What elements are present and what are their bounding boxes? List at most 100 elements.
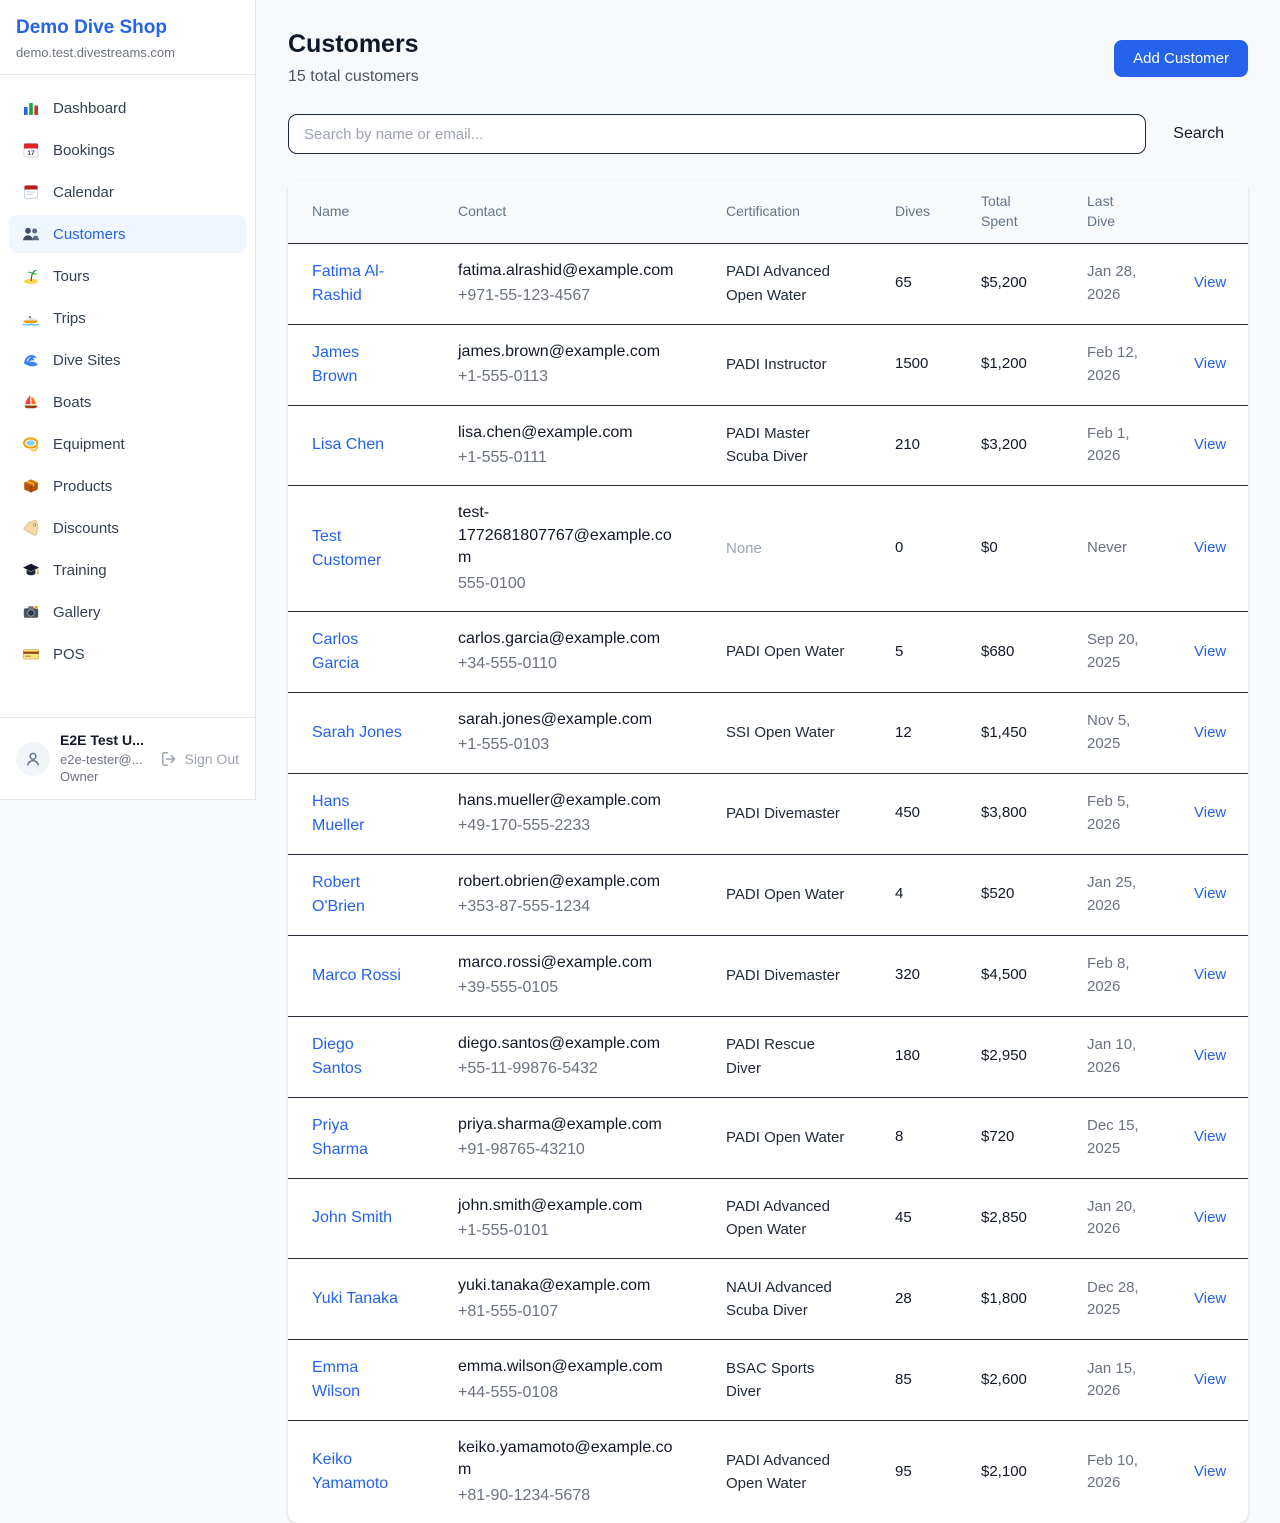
- view-customer-link[interactable]: View: [1194, 1463, 1226, 1480]
- search-input[interactable]: [288, 114, 1146, 154]
- customer-name-link[interactable]: James Brown: [312, 341, 406, 389]
- view-customer-link[interactable]: View: [1194, 1209, 1226, 1226]
- customer-total-spent: $3,200: [969, 405, 1075, 486]
- customer-name-link[interactable]: Emma Wilson: [312, 1356, 406, 1404]
- sidebar-item-label: POS: [53, 646, 85, 663]
- shop-name[interactable]: Demo Dive Shop: [16, 17, 239, 39]
- sidebar-item-trips[interactable]: Trips: [9, 299, 246, 337]
- customer-dives: 1500: [883, 324, 969, 405]
- customer-certification: PADI Advanced Open Water: [726, 1195, 851, 1242]
- customer-name-link[interactable]: John Smith: [312, 1206, 392, 1230]
- customer-name-link[interactable]: Lisa Chen: [312, 433, 384, 457]
- customer-name-link[interactable]: Priya Sharma: [312, 1114, 406, 1162]
- view-customer-link[interactable]: View: [1194, 643, 1226, 660]
- customer-name-link[interactable]: Fatima Al-Rashid: [312, 260, 406, 308]
- sidebar-item-training[interactable]: Training: [9, 551, 246, 589]
- sidebar-item-dashboard[interactable]: Dashboard: [9, 89, 246, 127]
- customer-name-link[interactable]: Marco Rossi: [312, 964, 401, 988]
- customer-phone: +1-555-0101: [458, 1220, 702, 1242]
- sidebar-item-dive-sites[interactable]: Dive Sites: [9, 341, 246, 379]
- sidebar-item-label: Training: [53, 562, 107, 579]
- table-row: Robert O'Brienrobert.obrien@example.com+…: [288, 854, 1248, 935]
- sidebar-item-label: Boats: [53, 394, 91, 411]
- view-customer-link[interactable]: View: [1194, 355, 1226, 372]
- view-customer-link[interactable]: View: [1194, 885, 1226, 902]
- sidebar-item-label: Bookings: [53, 142, 115, 159]
- customer-total-spent: $4,500: [969, 935, 1075, 1016]
- customer-name-link[interactable]: Test Customer: [312, 525, 406, 573]
- sidebar-item-boats[interactable]: Boats: [9, 383, 246, 421]
- customer-name-link[interactable]: Diego Santos: [312, 1033, 406, 1081]
- sidebar-item-equipment[interactable]: Equipment: [9, 425, 246, 463]
- customer-phone: +81-90-1234-5678: [458, 1485, 702, 1507]
- customer-dives: 5: [883, 611, 969, 692]
- view-customer-link[interactable]: View: [1194, 1047, 1226, 1064]
- customer-total-spent: $2,950: [969, 1016, 1075, 1097]
- view-customer-link[interactable]: View: [1194, 539, 1226, 556]
- customer-last-dive: Jan 25, 2026: [1087, 872, 1151, 917]
- sidebar-item-label: Gallery: [53, 604, 101, 621]
- customer-name-link[interactable]: Keiko Yamamoto: [312, 1448, 406, 1496]
- user-email: e2e-tester@...: [60, 751, 150, 769]
- add-customer-button[interactable]: Add Customer: [1114, 40, 1248, 77]
- table-row: Priya Sharmapriya.sharma@example.com+91-…: [288, 1097, 1248, 1178]
- sidebar-item-products[interactable]: Products: [9, 467, 246, 505]
- customer-last-dive: Jan 10, 2026: [1087, 1034, 1151, 1079]
- view-customer-link[interactable]: View: [1194, 1371, 1226, 1388]
- graduation-cap-icon: [22, 561, 40, 579]
- customer-certification: PADI Open Water: [726, 883, 851, 906]
- customer-email: john.smith@example.com: [458, 1195, 678, 1217]
- page-title: Customers: [288, 30, 419, 59]
- user-section: E2E Test U... e2e-tester@... Owner Sign …: [0, 717, 255, 799]
- view-customer-link[interactable]: View: [1194, 966, 1226, 983]
- sidebar-item-label: Calendar: [53, 184, 114, 201]
- customer-last-dive: Dec 28, 2025: [1087, 1277, 1151, 1322]
- dive-mask-icon: [22, 435, 40, 453]
- view-customer-link[interactable]: View: [1194, 724, 1226, 741]
- customer-total-spent: $1,450: [969, 692, 1075, 773]
- wave-icon: [22, 351, 40, 369]
- customer-certification: None: [726, 537, 851, 560]
- customer-phone: +81-555-0107: [458, 1301, 702, 1323]
- customer-name-link[interactable]: Yuki Tanaka: [312, 1287, 398, 1311]
- customer-last-dive: Feb 8, 2026: [1087, 953, 1151, 998]
- sidebar-item-tours[interactable]: Tours: [9, 257, 246, 295]
- table-row: Fatima Al-Rashidfatima.alrashid@example.…: [288, 243, 1248, 324]
- view-customer-link[interactable]: View: [1194, 1128, 1226, 1145]
- customer-total-spent: $520: [969, 854, 1075, 935]
- user-role: Owner: [60, 768, 150, 786]
- customer-total-spent: $680: [969, 611, 1075, 692]
- customer-dives: 28: [883, 1259, 969, 1340]
- column-header-contact: Contact: [446, 180, 714, 243]
- sidebar-item-customers[interactable]: Customers: [9, 215, 246, 253]
- customer-name-link[interactable]: Sarah Jones: [312, 721, 402, 745]
- customer-last-dive: Dec 15, 2025: [1087, 1115, 1151, 1160]
- sign-out-button[interactable]: Sign Out: [160, 750, 239, 768]
- view-customer-link[interactable]: View: [1194, 804, 1226, 821]
- customer-name-link[interactable]: Carlos Garcia: [312, 628, 406, 676]
- calendar-icon: [22, 183, 40, 201]
- sidebar-item-bookings[interactable]: 17 Bookings: [9, 131, 246, 169]
- search-button[interactable]: Search: [1146, 125, 1248, 143]
- customer-dives: 95: [883, 1421, 969, 1523]
- customer-certification: PADI Rescue Diver: [726, 1033, 851, 1080]
- bookings-calendar-icon: 17: [22, 141, 40, 159]
- customer-total-spent: $2,850: [969, 1178, 1075, 1259]
- sidebar-item-discounts[interactable]: Discounts: [9, 509, 246, 547]
- customer-last-dive: Never: [1087, 537, 1151, 560]
- sidebar-item-gallery[interactable]: Gallery: [9, 593, 246, 631]
- customer-name-link[interactable]: Hans Mueller: [312, 790, 406, 838]
- customer-phone: +1-555-0103: [458, 734, 702, 756]
- sidebar-item-label: Dive Sites: [53, 352, 121, 369]
- sidebar-item-pos[interactable]: POS: [9, 635, 246, 673]
- customer-last-dive: Jan 15, 2026: [1087, 1358, 1151, 1403]
- view-customer-link[interactable]: View: [1194, 1290, 1226, 1307]
- palm-island-icon: [22, 267, 40, 285]
- sidebar-item-calendar[interactable]: Calendar: [9, 173, 246, 211]
- view-customer-link[interactable]: View: [1194, 274, 1226, 291]
- customer-total-spent: $1,200: [969, 324, 1075, 405]
- table-row: Test Customertest-1772681807767@example.…: [288, 486, 1248, 612]
- customer-certification: PADI Open Water: [726, 640, 851, 663]
- customer-name-link[interactable]: Robert O'Brien: [312, 871, 406, 919]
- view-customer-link[interactable]: View: [1194, 436, 1226, 453]
